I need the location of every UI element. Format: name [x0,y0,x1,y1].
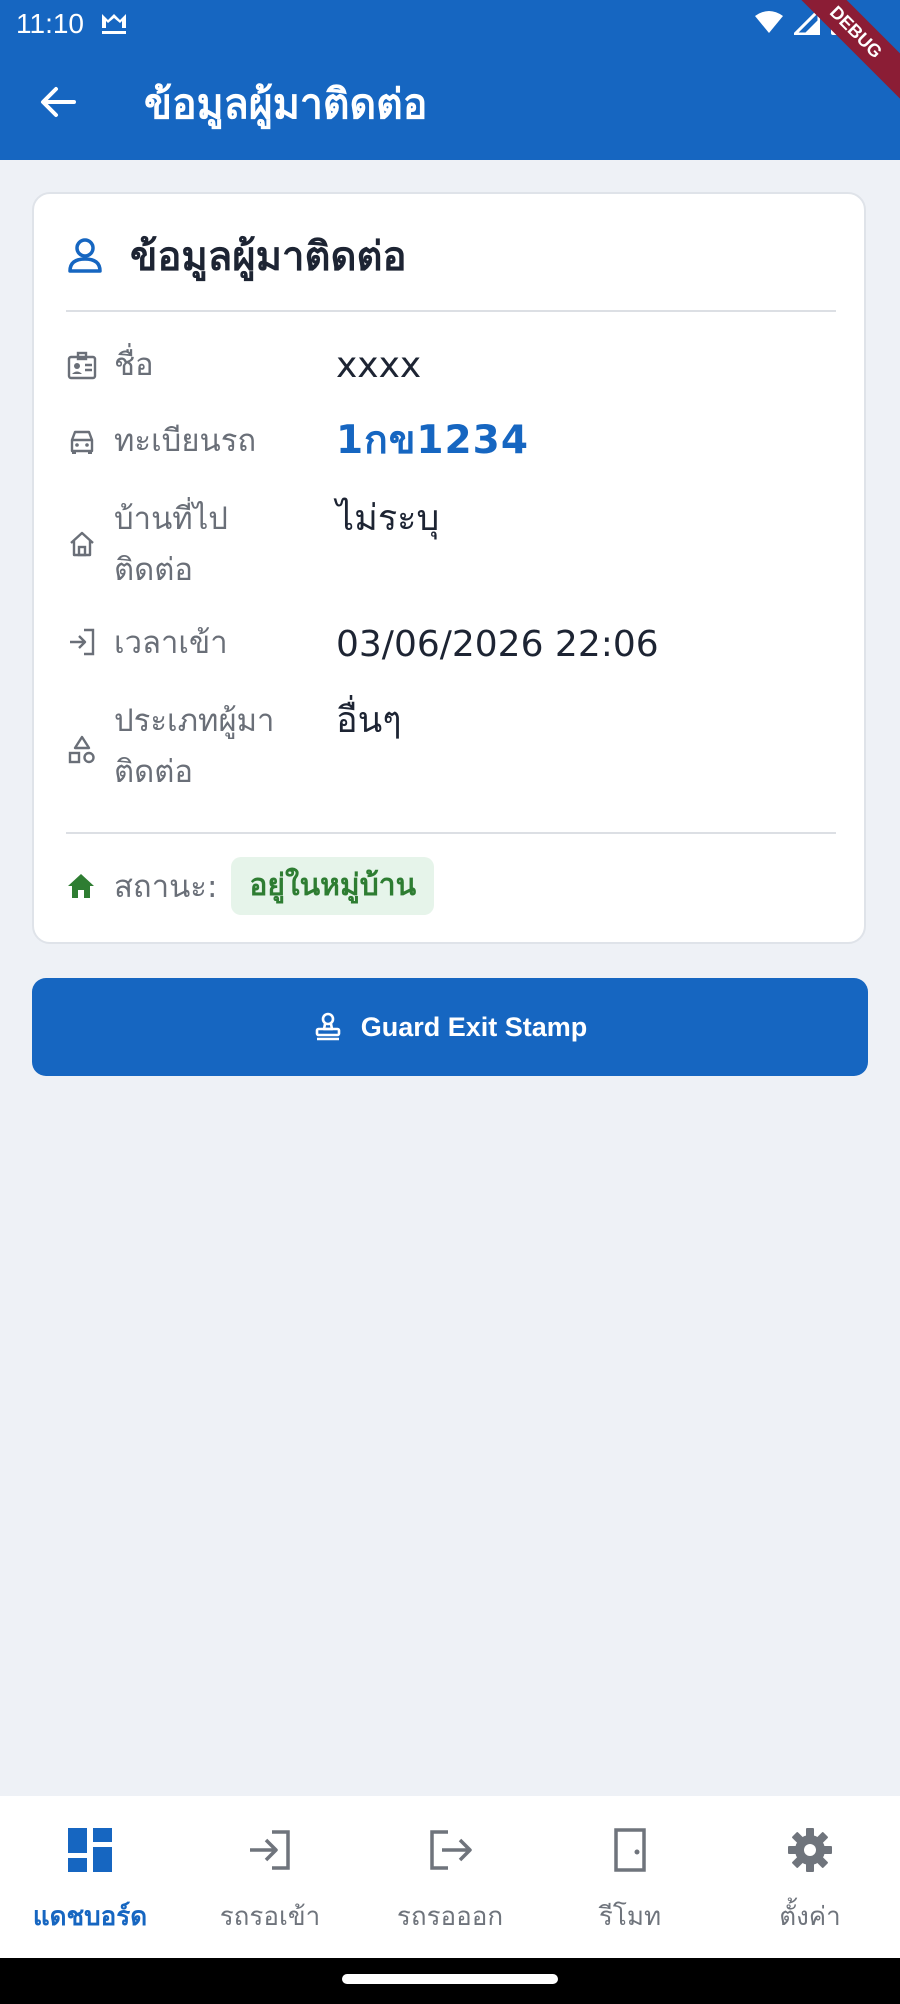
nav-remote[interactable]: รีโมท [540,1796,720,1958]
plate-value: 1กข1234 [336,418,529,463]
bottom-nav: แดชบอร์ด รถรอเข้า รถรอออก รีโมท ตั้งค่า [0,1796,900,1958]
plate-label: ทะเบียนรถ [114,423,257,459]
name-label: ชื่อ [114,347,154,383]
nav-settings-label: ตั้งค่า [779,1902,841,1932]
nav-settings[interactable]: ตั้งค่า [720,1796,900,1958]
person-icon [68,238,102,273]
info-row-name: ชื่อ xxxx [66,336,836,396]
id-card-icon [67,351,97,380]
nav-waiting-exit[interactable]: รถรอออก [360,1796,540,1958]
visitor-info-card: ข้อมูลผู้มาติดต่อ ชื่อ xxxx ทะเบียนรถ 1ก… [32,192,866,944]
back-arrow-icon[interactable] [34,78,82,126]
app-logo-icon [102,14,126,34]
info-row-house: บ้านที่ไปติดต่อ ไม่ระบุ [66,494,836,598]
login-icon [70,628,95,656]
nav-dashboard[interactable]: แดชบอร์ด [0,1796,180,1958]
nav-waiting-entry[interactable]: รถรอเข้า [180,1796,360,1958]
info-row-visitor-type: ประเภทผู้มาติดต่อ อื่นๆ [66,696,836,800]
card-header: ข้อมูลผู้มาติดต่อ [66,226,406,286]
home-status-icon [68,874,94,898]
nav-remote-label: รีโมท [598,1902,662,1932]
header-divider [66,310,836,312]
door-icon [614,1828,646,1872]
system-navigation-bar [0,1958,900,2004]
info-row-entry-time: เวลาเข้า 03/06/2026 22:06 [66,616,836,676]
name-value: xxxx [336,345,422,386]
enter-icon [250,1830,290,1870]
guard-exit-stamp-button[interactable]: Guard Exit Stamp [32,978,868,1076]
app-bar: ข้อมูลผู้มาติดต่อ [0,48,900,160]
info-row-plate: ทะเบียนรถ 1กข1234 [66,412,836,472]
status-row: สถานะ: อยู่ในหมู่บ้าน [66,856,435,916]
dashboard-icon [68,1828,112,1872]
status-bar: 11:10 [0,0,900,48]
house-icon [70,531,94,557]
card-title: ข้อมูลผู้มาติดต่อ [130,234,407,280]
status-label: สถานะ: [114,869,218,905]
nav-waiting-exit-label: รถรอออก [396,1902,504,1932]
car-icon [70,430,94,454]
status-badge: อยู่ในหมู่บ้าน [231,857,435,915]
status-divider [66,832,836,834]
entry-time-label: เวลาเข้า [114,625,228,661]
nav-waiting-entry-label: รถรอเข้า [219,1902,321,1932]
status-time: 11:10 [16,8,84,39]
exit-icon [430,1830,472,1870]
guard-exit-stamp-label: Guard Exit Stamp [360,1011,588,1042]
page-title: ข้อมูลผู้มาติดต่อ [144,80,428,128]
visitor-type-label: ประเภทผู้มาติดต่อ [114,703,275,790]
wifi-icon [755,11,783,33]
home-gesture-handle[interactable] [342,1974,558,1984]
category-icon [68,735,95,764]
gear-icon [788,1828,832,1872]
entry-time-value: 03/06/2026 22:06 [336,624,659,665]
visitor-type-value: อื่นๆ [336,700,402,741]
nav-dashboard-label: แดชบอร์ด [32,1902,148,1932]
house-label: บ้านที่ไปติดต่อ [114,501,228,588]
stamp-icon [315,1012,341,1041]
house-value: ไม่ระบุ [336,498,440,539]
